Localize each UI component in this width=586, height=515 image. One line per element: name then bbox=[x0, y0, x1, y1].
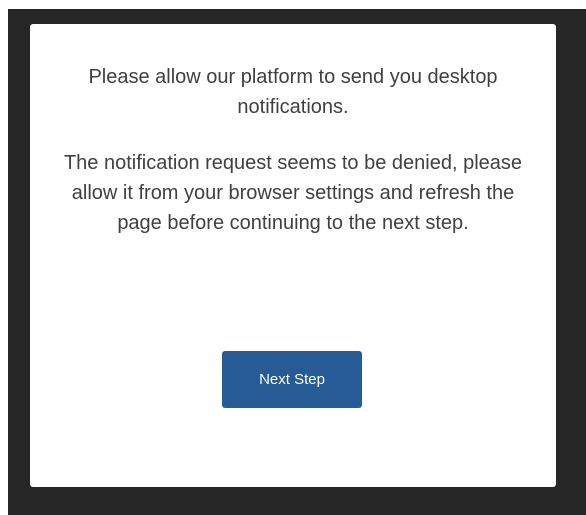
notification-permission-dialog: Please allow our platform to send you de… bbox=[30, 24, 556, 487]
notification-request-message: Please allow our platform to send you de… bbox=[88, 66, 498, 118]
next-step-button[interactable]: Next Step bbox=[222, 351, 362, 408]
notification-denied-message: The notification request seems to be den… bbox=[63, 152, 523, 234]
